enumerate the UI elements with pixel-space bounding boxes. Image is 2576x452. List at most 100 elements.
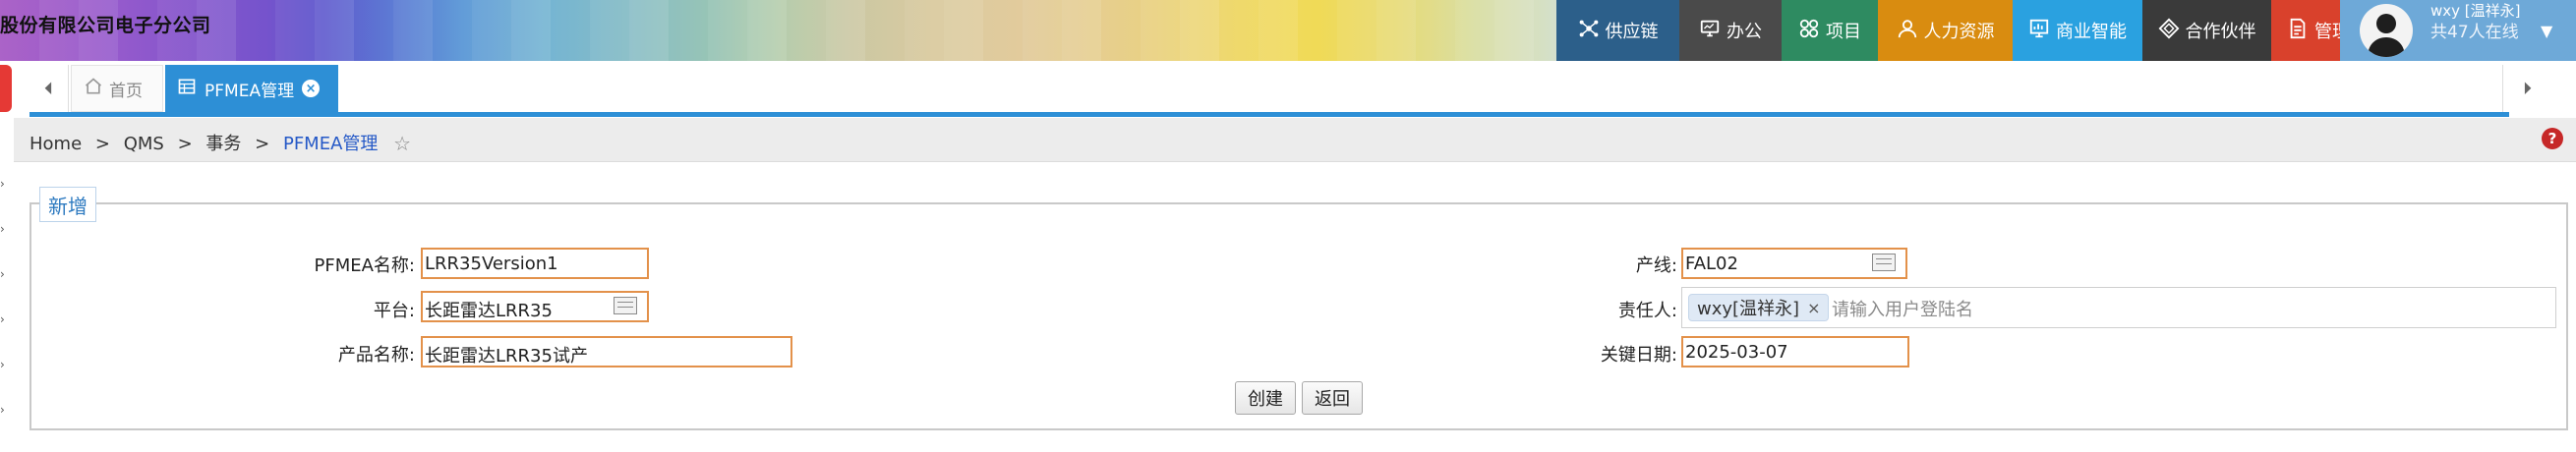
breadcrumb: Home > QMS > 事务 > PFMEA管理 ☆ — [14, 118, 2576, 162]
banner-tile — [1023, 0, 1062, 61]
key-date-label: 关键日期: — [1600, 345, 1677, 366]
line-label: 产线: — [1635, 255, 1677, 276]
close-icon[interactable]: × — [302, 80, 321, 97]
menu-label: 商业智能 — [2056, 22, 2127, 42]
tab-pfmea-label: PFMEA管理 — [205, 81, 295, 101]
banner-tile — [393, 0, 433, 61]
tab-underline — [29, 112, 2509, 117]
banner-tile — [669, 0, 708, 61]
chevron-icon[interactable]: › — [0, 403, 5, 417]
menu-office[interactable]: 办公 — [1679, 0, 1782, 61]
owner-label: 责任人: — [1617, 301, 1677, 321]
diamond-icon — [2158, 18, 2180, 44]
tab-home[interactable]: 首页 — [71, 65, 163, 112]
home-icon — [84, 77, 103, 101]
banner-tile — [865, 0, 905, 61]
top-banner: 股份有限公司电子分公司 供应链 办公 项目 人力资源 商业智能 合作伙伴 管理 — [0, 0, 2576, 61]
banner-tile — [1219, 0, 1259, 61]
help-icon[interactable]: ? — [2542, 128, 2563, 149]
menu-bi[interactable]: 商业智能 — [2013, 0, 2142, 61]
banner-tile — [1376, 0, 1416, 61]
pfmea-name-input[interactable]: LRR35Version1 — [421, 248, 649, 279]
banner-tile — [944, 0, 983, 61]
banner-tile — [472, 0, 511, 61]
product-name-input[interactable]: 长距雷达LRR35试产 — [421, 336, 792, 367]
monitor-icon — [1699, 18, 1721, 44]
banner-mosaic — [0, 0, 1573, 61]
tab-pfmea[interactable]: PFMEA管理 × — [165, 65, 338, 112]
menu-label: 项目 — [1826, 22, 1861, 42]
user-menu[interactable]: wxy [温祥永] 共47人在线 ▼ — [2340, 0, 2576, 61]
menu-partners[interactable]: 合作伙伴 — [2142, 0, 2271, 61]
avatar — [2360, 4, 2413, 57]
banner-tile — [1455, 0, 1494, 61]
company-name: 股份有限公司电子分公司 — [0, 15, 211, 36]
menu-label: 合作伙伴 — [2185, 22, 2256, 42]
banner-tile — [905, 0, 944, 61]
create-button[interactable]: 创建 — [1235, 381, 1296, 415]
caret-down-icon[interactable]: ▼ — [2541, 22, 2552, 40]
banner-tile — [1101, 0, 1141, 61]
collapsed-sidebar: › › › › › › — [0, 118, 12, 452]
network-icon — [1578, 18, 1600, 44]
menu-label: 办公 — [1727, 22, 1762, 42]
double-chevron-left-icon[interactable]: ⏴ — [29, 65, 69, 112]
menu-label: 人力资源 — [1923, 22, 1995, 42]
banner-tile — [1298, 0, 1337, 61]
banner-tile — [433, 0, 472, 61]
banner-tile — [826, 0, 865, 61]
star-icon[interactable]: ☆ — [393, 132, 411, 155]
main-menu: 供应链 办公 项目 人力资源 商业智能 合作伙伴 管理 — [1556, 0, 2366, 61]
menu-label: 供应链 — [1605, 22, 1659, 42]
banner-tile — [983, 0, 1023, 61]
form-legend: 新增 — [39, 187, 96, 222]
banner-tile — [629, 0, 669, 61]
key-date-input[interactable]: 2025-03-07 — [1681, 336, 1909, 367]
banner-tile — [1416, 0, 1455, 61]
banner-tile — [590, 0, 629, 61]
person-icon — [1897, 18, 1918, 44]
chart-icon — [2028, 18, 2050, 44]
chevron-icon[interactable]: › — [0, 222, 5, 236]
banner-tile — [708, 0, 747, 61]
table-icon — [177, 77, 197, 101]
banner-tile — [1180, 0, 1219, 61]
side-toggle-button[interactable] — [0, 65, 12, 112]
chevron-icon[interactable]: › — [0, 312, 5, 326]
tab-home-label: 首页 — [109, 81, 143, 101]
lookup-icon[interactable] — [614, 297, 637, 314]
banner-tile — [551, 0, 590, 61]
breadcrumb-home[interactable]: Home — [29, 134, 82, 154]
breadcrumb-section[interactable]: 事务 — [205, 134, 241, 154]
banner-tile — [354, 0, 393, 61]
back-button[interactable]: 返回 — [1302, 381, 1363, 415]
banner-tile — [1337, 0, 1376, 61]
banner-tile — [1141, 0, 1180, 61]
chevron-icon[interactable]: › — [0, 177, 5, 191]
document-icon — [2287, 18, 2309, 44]
banner-tile — [1062, 0, 1101, 61]
menu-supply-chain[interactable]: 供应链 — [1556, 0, 1679, 61]
double-chevron-right-icon[interactable]: ⏵ — [2502, 65, 2551, 112]
lookup-icon[interactable] — [1872, 254, 1896, 271]
breadcrumb-current[interactable]: PFMEA管理 — [283, 134, 378, 154]
breadcrumb-separator: > — [255, 134, 270, 154]
banner-tile — [511, 0, 551, 61]
breadcrumb-qms[interactable]: QMS — [124, 134, 164, 154]
chevron-icon[interactable]: › — [0, 267, 5, 281]
menu-hr[interactable]: 人力资源 — [1878, 0, 2013, 61]
platform-label: 平台: — [373, 301, 415, 321]
product-name-label: 产品名称: — [337, 345, 415, 366]
banner-tile — [787, 0, 826, 61]
pfmea-name-label: PFMEA名称: — [314, 255, 416, 276]
owner-field[interactable]: wxy[温祥永] × 请输入用户登陆名 — [1681, 287, 2556, 328]
banner-tile — [747, 0, 787, 61]
remove-icon[interactable]: × — [1807, 299, 1820, 317]
chevron-icon[interactable]: › — [0, 358, 5, 371]
menu-project[interactable]: 项目 — [1782, 0, 1878, 61]
banner-tile — [275, 0, 315, 61]
tab-bar: ⏴ 首页 PFMEA管理 × — [29, 65, 2547, 118]
grid-icon — [1798, 18, 1820, 44]
banner-tile — [1494, 0, 1534, 61]
banner-tile — [315, 0, 354, 61]
